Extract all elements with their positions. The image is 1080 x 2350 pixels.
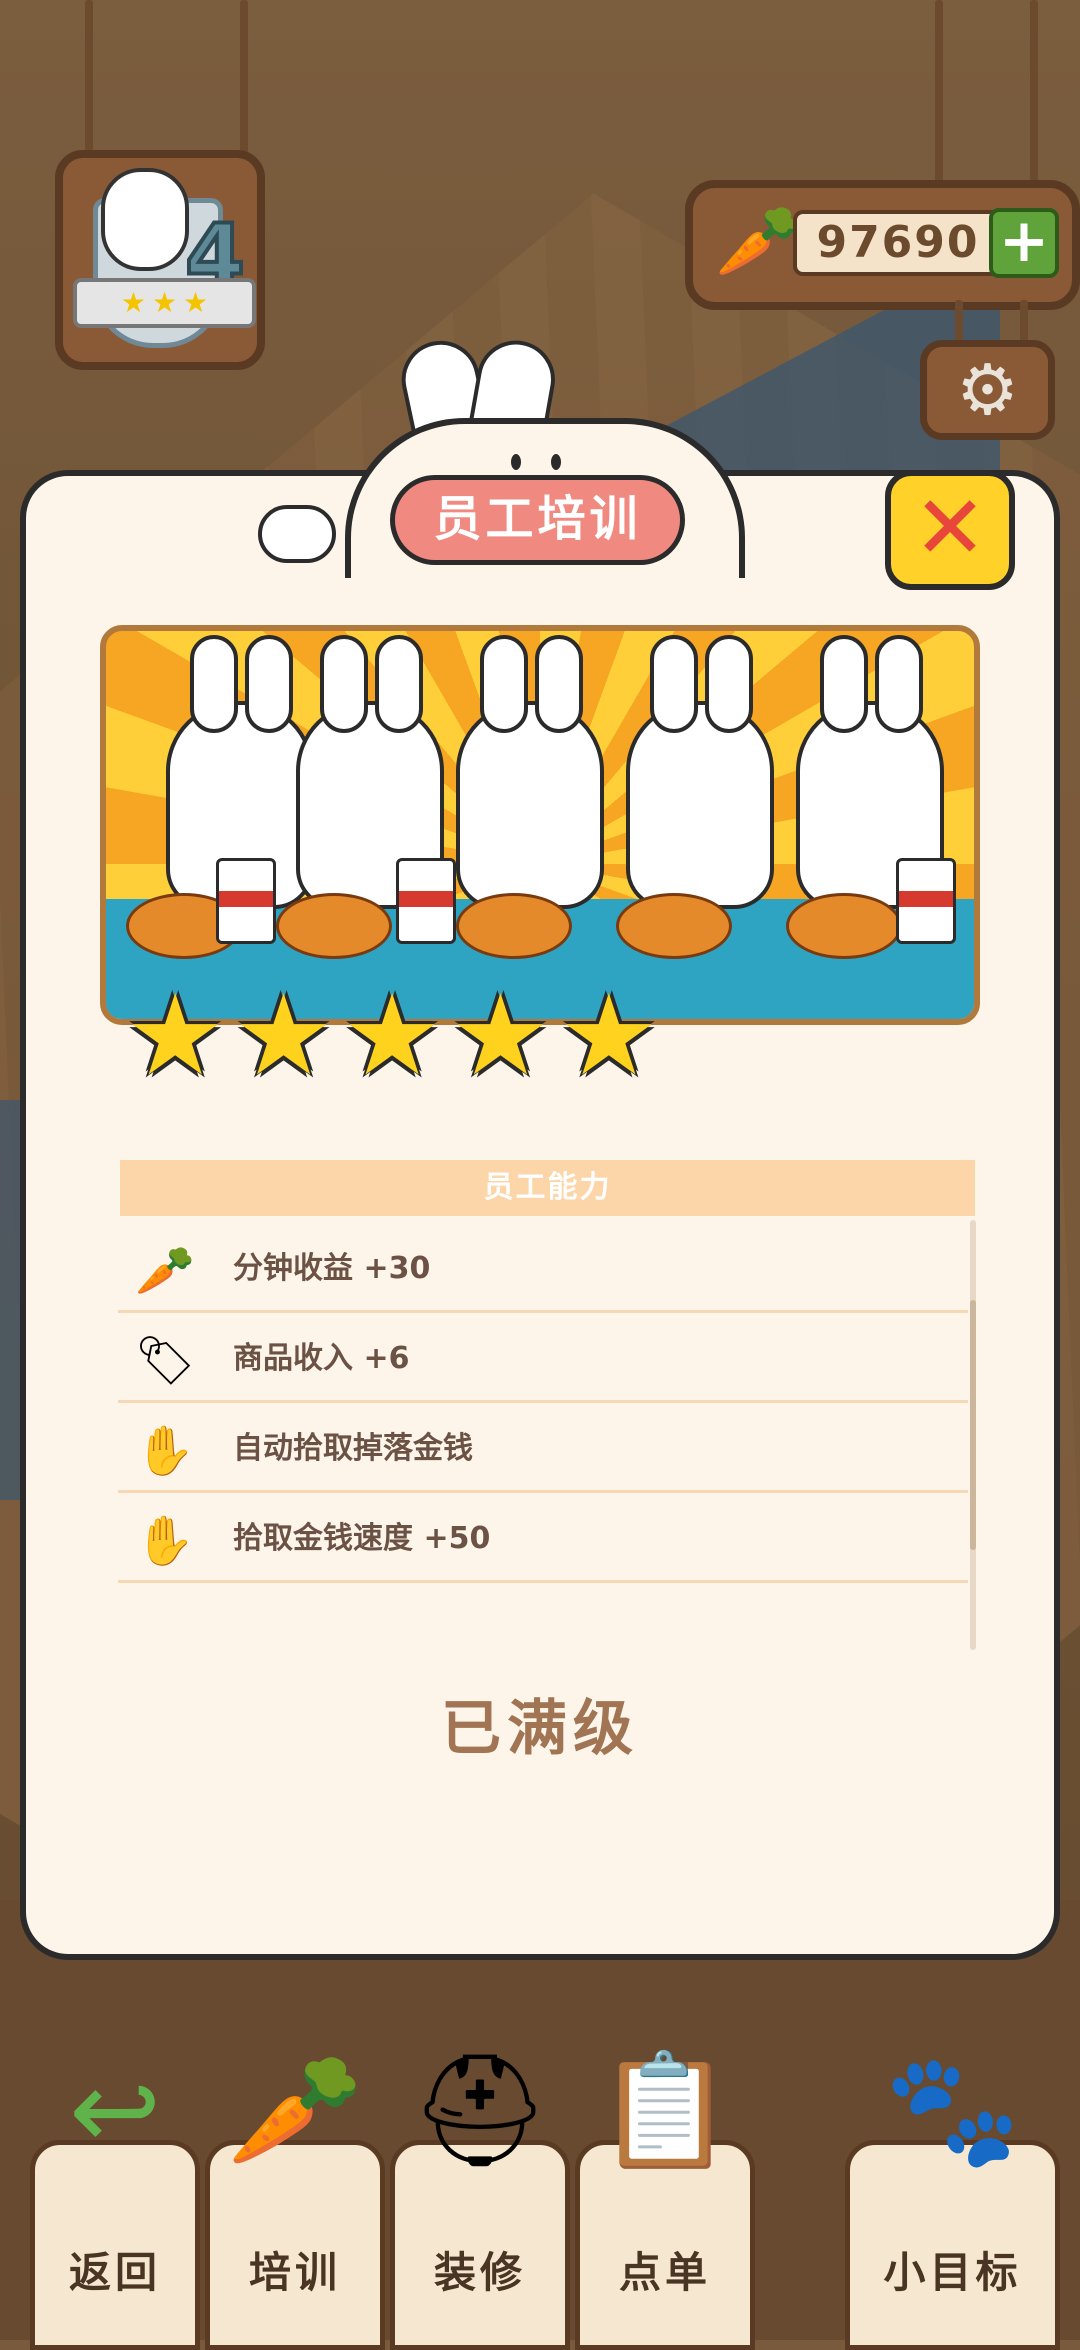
carrot-icon: 🥕 [715, 200, 803, 282]
star-icon: ★ [341, 971, 443, 1101]
bunny-ear [820, 635, 868, 733]
dialog-title: 员工培训 [390, 475, 685, 565]
staff-training-banner-image [100, 625, 980, 1025]
hanging-rope [935, 0, 943, 190]
paw-flag-icon: 🐾 [884, 2046, 1021, 2174]
scrollbar-thumb[interactable] [970, 1300, 976, 1550]
level-stars-ribbon: ★ ★ ★ [73, 278, 256, 328]
price-tag-up-icon: 🏷 [134, 1332, 196, 1389]
bunny-ear [705, 635, 753, 733]
bunny-staff-figure [456, 635, 604, 909]
gear-icon: ⚙ [956, 349, 1019, 431]
bunny-ear [245, 635, 293, 733]
carrot-clock-icon: 🥕 [135, 1242, 195, 1299]
max-level-status: 已满级 [441, 1694, 639, 1764]
hanging-rope [240, 0, 248, 160]
nav-label: 点单 [618, 2248, 711, 2297]
hanging-rope [1030, 0, 1038, 190]
nav-back-button[interactable]: ↩ 返回 [30, 2055, 200, 2350]
ability-label: 商品收入 +6 [233, 1341, 410, 1376]
bunny-ear [480, 635, 528, 733]
nav-order-button[interactable]: 📋 点单 [575, 2055, 755, 2350]
training-stars: ★ ★ ★ ★ ★ [125, 980, 659, 1092]
ability-label: 拾取金钱速度 +50 [233, 1521, 491, 1556]
bunny-ear [320, 635, 368, 733]
close-button[interactable]: ✕ [885, 470, 1015, 590]
star-icon: ★ [151, 286, 178, 319]
bunny-eye [511, 454, 521, 470]
hardhat-bunny-icon: ⛑ [410, 2046, 550, 2174]
bunny-staff-figure [626, 635, 774, 909]
bunny-avatar-icon [101, 168, 189, 271]
ability-row: ✋ 拾取金钱速度 +50 [118, 1495, 968, 1583]
add-currency-button[interactable]: + [989, 208, 1059, 278]
food-plate [276, 893, 392, 959]
drink-cup [396, 858, 456, 944]
bunny-eye [551, 454, 561, 470]
drink-cup [216, 858, 276, 944]
bunny-ear [650, 635, 698, 733]
carrot-medal-icon: 🥕 [226, 2046, 364, 2174]
ability-row: ✋ 自动拾取掉落金钱 [118, 1405, 968, 1493]
ability-label: 分钟收益 +30 [233, 1251, 431, 1286]
ability-row: 🏷 商品收入 +6 [118, 1315, 968, 1403]
bunny-ear [535, 635, 583, 733]
star-icon: ★ [183, 286, 209, 319]
nav-training-button[interactable]: 🥕 培训 [205, 2055, 385, 2350]
nav-decorate-button[interactable]: ⛑ 装修 [390, 2055, 570, 2350]
abilities-scrollbar[interactable] [970, 1220, 976, 1650]
ability-label: 自动拾取掉落金钱 [233, 1431, 473, 1466]
star-icon: ★ [125, 971, 226, 1101]
hanging-rope [85, 0, 93, 160]
bunny-paw-decoration [258, 505, 336, 563]
bunny-ear [190, 635, 238, 733]
nav-label: 装修 [433, 2248, 526, 2297]
food-plate [616, 893, 732, 959]
star-icon: ★ [558, 971, 660, 1101]
clipboard-order-icon: 📋 [596, 2046, 734, 2174]
glove-hand-icon: ✋ [135, 1422, 195, 1479]
glove-hand-icon: ✋ [135, 1512, 195, 1569]
nav-label: 培训 [248, 2248, 341, 2297]
food-plate [786, 893, 902, 959]
currency-amount: 97690 [793, 210, 1003, 276]
ability-row: 🥕 分钟收益 +30 [118, 1225, 968, 1313]
star-icon: ★ [120, 286, 146, 319]
back-arrow-icon: ↩ [68, 2046, 162, 2174]
abilities-header: 员工能力 [120, 1160, 975, 1216]
star-icon: ★ [233, 971, 334, 1101]
food-plate [456, 893, 572, 959]
bunny-ear [375, 635, 423, 733]
bunny-ear [875, 635, 923, 733]
drink-cup [896, 858, 956, 944]
nav-label: 小目标 [883, 2248, 1022, 2297]
carrot-currency-panel: 🥕 97690 + [685, 180, 1080, 310]
settings-button[interactable]: ⚙ [920, 340, 1055, 440]
nav-goal-button[interactable]: 🐾 小目标 [845, 2055, 1060, 2350]
player-level-badge[interactable]: 4 ★ ★ ★ [55, 150, 265, 370]
nav-label: 返回 [68, 2248, 161, 2297]
star-icon: ★ [450, 971, 551, 1101]
